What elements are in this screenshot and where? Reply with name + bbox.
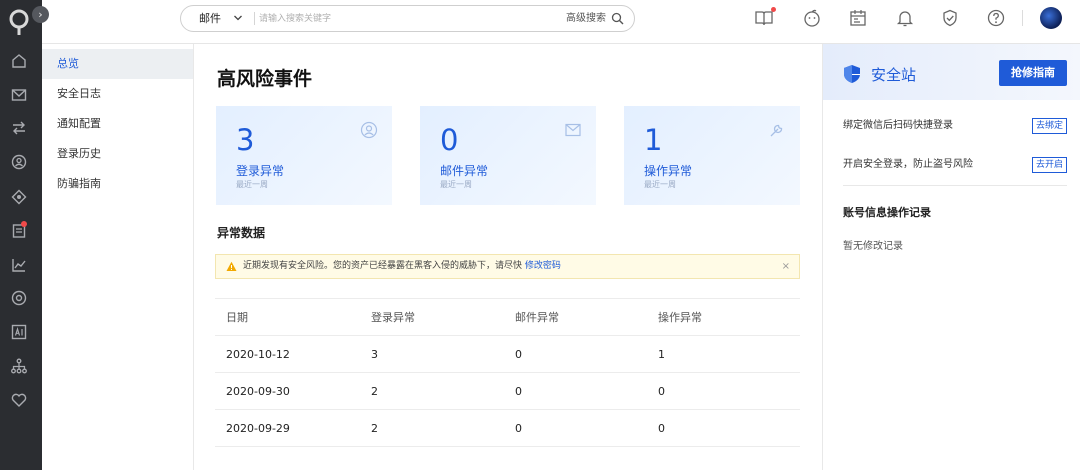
stat-period: 最近一周 bbox=[440, 180, 472, 189]
table-row: 2020-09-29 2 0 0 bbox=[215, 409, 800, 447]
operation-log-empty: 暂无修改记录 bbox=[843, 241, 903, 252]
advanced-search-link[interactable]: 高级搜索 bbox=[566, 6, 606, 31]
table-row: 2020-09-30 2 0 0 bbox=[215, 372, 800, 410]
security-panel: 安全站 抢修指南 绑定微信后扫码快捷登录 去绑定 开启安全登录，防止盗号风险 去… bbox=[822, 44, 1080, 470]
topbar-divider bbox=[1022, 10, 1023, 26]
search-input[interactable] bbox=[259, 10, 549, 27]
top-bar: 邮件 高级搜索 bbox=[42, 0, 1080, 44]
stat-card-login[interactable]: 3 登录异常 最近一周 bbox=[216, 106, 392, 205]
avatar[interactable] bbox=[1040, 7, 1062, 29]
stat-value: 1 bbox=[644, 123, 663, 157]
stat-period: 最近一周 bbox=[236, 180, 268, 189]
chevron-down-icon[interactable] bbox=[233, 13, 243, 23]
column-header-mail: 邮件异常 bbox=[504, 298, 647, 336]
sidebar-item-security-log[interactable]: 安全日志 bbox=[42, 79, 193, 109]
heart-icon[interactable] bbox=[10, 391, 28, 409]
table-row: 2020-10-12 3 0 1 bbox=[215, 335, 800, 373]
alert-text: 近期发现有安全风险。您的资产已经暴露在黑客入侵的威胁下，请尽快 bbox=[243, 261, 523, 271]
table-cell: 2020-09-30 bbox=[215, 372, 360, 410]
table-cell: 1 bbox=[647, 335, 800, 373]
sidebar: 总览 安全日志 通知配置 登录历史 防骗指南 bbox=[42, 44, 194, 470]
secure-login-text: 开启安全登录，防止盗号风险 bbox=[843, 159, 973, 170]
security-alert: 近期发现有安全风险。您的资产已经暴露在黑客入侵的威胁下，请尽快 修改密码 × bbox=[215, 254, 800, 279]
transfer-icon[interactable] bbox=[10, 119, 28, 137]
user-circle-icon bbox=[360, 121, 378, 139]
table-cell: 2020-09-29 bbox=[215, 409, 360, 447]
column-header-login: 登录异常 bbox=[360, 298, 504, 336]
anomaly-table: 日期 登录异常 邮件异常 操作异常 2020-10-12 3 0 1 2020-… bbox=[215, 298, 800, 447]
table-cell: 2020-10-12 bbox=[215, 335, 360, 373]
search-icon[interactable] bbox=[611, 12, 624, 25]
main-content: 高风险事件 3 登录异常 最近一周 0 邮件异常 最近一周 1 操作异常 最近一… bbox=[195, 44, 822, 470]
table-cell: 2 bbox=[360, 372, 504, 410]
column-header-operation: 操作异常 bbox=[647, 298, 800, 336]
table-cell: 3 bbox=[360, 335, 504, 373]
section-title: 异常数据 bbox=[217, 226, 266, 240]
stat-card-mail[interactable]: 0 邮件异常 最近一周 bbox=[420, 106, 596, 205]
calendar-icon[interactable] bbox=[848, 8, 868, 28]
bind-wechat-row: 绑定微信后扫码快捷登录 去绑定 bbox=[843, 117, 1067, 135]
page-title: 高风险事件 bbox=[217, 68, 313, 90]
ai-icon[interactable] bbox=[10, 323, 28, 341]
stat-value: 3 bbox=[236, 123, 255, 157]
search-scope-select[interactable]: 邮件 bbox=[199, 6, 221, 31]
column-header-date: 日期 bbox=[215, 298, 360, 336]
notification-dot bbox=[771, 7, 776, 12]
table-header-row: 日期 登录异常 邮件异常 操作异常 bbox=[215, 298, 800, 336]
table-cell: 0 bbox=[647, 372, 800, 410]
security-panel-title: 安全站 bbox=[871, 66, 917, 84]
sidebar-item-notification-settings[interactable]: 通知配置 bbox=[42, 109, 193, 139]
stat-card-operation[interactable]: 1 操作异常 最近一周 bbox=[624, 106, 800, 205]
contact-icon[interactable] bbox=[10, 153, 28, 171]
shield-icon bbox=[844, 65, 860, 83]
compass-icon[interactable] bbox=[10, 188, 28, 206]
stat-label: 邮件异常 bbox=[440, 164, 489, 178]
divider bbox=[843, 185, 1067, 186]
app-rail: › bbox=[0, 0, 49, 470]
wrench-icon bbox=[770, 124, 783, 137]
security-panel-header: 安全站 抢修指南 bbox=[823, 44, 1080, 100]
org-icon[interactable] bbox=[10, 357, 28, 375]
sidebar-item-fraud-guide[interactable]: 防骗指南 bbox=[42, 169, 193, 199]
sidebar-item-overview[interactable]: 总览 bbox=[42, 49, 193, 79]
change-password-link[interactable]: 修改密码 bbox=[525, 261, 561, 271]
bind-wechat-text: 绑定微信后扫码快捷登录 bbox=[843, 120, 953, 131]
bell-icon[interactable] bbox=[895, 8, 915, 28]
book-icon[interactable] bbox=[754, 7, 776, 28]
repair-guide-button[interactable]: 抢修指南 bbox=[999, 60, 1067, 86]
secure-login-row: 开启安全登录，防止盗号风险 去开启 bbox=[843, 156, 1067, 174]
table-cell: 0 bbox=[504, 335, 647, 373]
sidebar-item-login-history[interactable]: 登录历史 bbox=[42, 139, 193, 169]
table-cell: 0 bbox=[504, 409, 647, 447]
table-cell: 0 bbox=[504, 372, 647, 410]
close-icon[interactable]: × bbox=[782, 255, 790, 278]
search-divider bbox=[254, 12, 255, 25]
enable-secure-login-button[interactable]: 去开启 bbox=[1031, 157, 1067, 173]
stat-label: 操作异常 bbox=[644, 164, 693, 178]
warning-icon bbox=[226, 261, 237, 271]
help-icon[interactable] bbox=[986, 8, 1006, 28]
chart-icon[interactable] bbox=[10, 256, 28, 274]
operation-log-title: 账号信息操作记录 bbox=[843, 206, 931, 219]
table-cell: 0 bbox=[647, 409, 800, 447]
stat-period: 最近一周 bbox=[644, 180, 676, 189]
stat-value: 0 bbox=[440, 123, 459, 157]
settings-icon[interactable] bbox=[10, 289, 28, 307]
shield-check-icon[interactable] bbox=[940, 8, 960, 28]
stat-label: 登录异常 bbox=[236, 164, 285, 178]
bind-wechat-button[interactable]: 去绑定 bbox=[1031, 118, 1067, 134]
mail-icon[interactable] bbox=[10, 86, 28, 104]
table-cell: 2 bbox=[360, 409, 504, 447]
notification-dot bbox=[21, 221, 27, 227]
home-icon[interactable] bbox=[10, 52, 28, 70]
search-bar: 邮件 高级搜索 bbox=[180, 5, 635, 32]
collapse-toggle-icon[interactable]: › bbox=[32, 6, 49, 23]
envelope-icon bbox=[565, 123, 581, 137]
logo-icon[interactable] bbox=[7, 8, 31, 38]
face-icon[interactable] bbox=[802, 8, 822, 28]
alert-message: 近期发现有安全风险。您的资产已经暴露在黑客入侵的威胁下，请尽快 修改密码 bbox=[243, 255, 561, 278]
